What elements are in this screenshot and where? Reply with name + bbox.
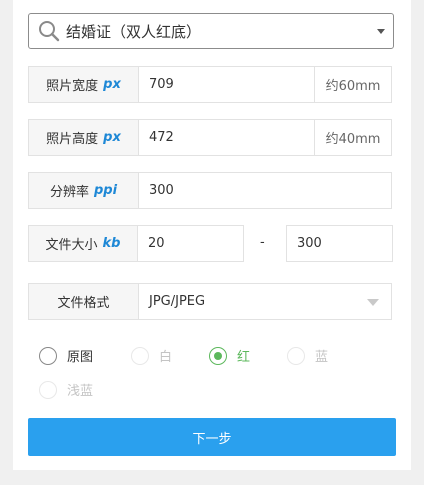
bg-option-red[interactable]: 红 xyxy=(209,346,250,365)
document-type-value: 结婚证（双人红底） xyxy=(66,22,202,41)
file-format-value: JPG/JPEG xyxy=(149,294,206,309)
file-size-unit: kb xyxy=(102,236,121,251)
photo-height-row: 照片高度 px 472 约40mm xyxy=(28,119,392,156)
chevron-down-icon xyxy=(367,299,379,306)
file-size-max-input[interactable]: 300 xyxy=(286,225,393,262)
search-icon xyxy=(39,21,60,42)
file-size-label: 文件大小 kb xyxy=(29,226,137,261)
bg-option-white[interactable]: 白 xyxy=(131,346,172,365)
bg-option-label: 白 xyxy=(159,350,173,365)
resolution-input[interactable]: 300 xyxy=(139,173,391,208)
bg-option-label: 浅蓝 xyxy=(67,384,94,399)
photo-width-input[interactable]: 709 xyxy=(139,67,314,102)
radio-checked-icon xyxy=(209,346,227,365)
photo-height-mm: 约40mm xyxy=(314,120,391,155)
document-type-select[interactable]: 结婚证（双人红底） xyxy=(28,13,394,49)
resolution-label-text: 分辨率 xyxy=(49,185,89,200)
photo-width-unit: px xyxy=(103,77,121,92)
photo-height-label-text: 照片高度 xyxy=(46,132,99,147)
file-format-label-text: 文件格式 xyxy=(57,296,110,311)
photo-width-row: 照片宽度 px 709 约60mm xyxy=(28,66,392,103)
photo-width-label-text: 照片宽度 xyxy=(46,79,99,94)
range-separator: - xyxy=(260,235,265,250)
file-size-row: 文件大小 kb xyxy=(28,225,138,262)
bg-option-label: 红 xyxy=(237,350,251,365)
radio-circle-icon xyxy=(39,346,57,365)
bg-option-label: 蓝 xyxy=(315,350,329,365)
bg-option-light-blue[interactable]: 浅蓝 xyxy=(39,380,93,399)
photo-height-label: 照片高度 px xyxy=(29,120,139,155)
file-format-row[interactable]: 文件格式 JPG/JPEG xyxy=(28,283,392,320)
bg-option-original[interactable]: 原图 xyxy=(39,346,93,365)
radio-circle-icon xyxy=(131,346,149,365)
resolution-unit: ppi xyxy=(93,183,118,198)
photo-width-label: 照片宽度 px xyxy=(29,67,139,102)
bg-option-label: 原图 xyxy=(67,350,94,365)
file-size-label-text: 文件大小 xyxy=(45,238,98,253)
chevron-down-icon xyxy=(377,28,385,34)
file-format-label: 文件格式 xyxy=(29,284,139,319)
file-format-select[interactable]: JPG/JPEG xyxy=(139,284,391,319)
radio-circle-icon xyxy=(287,346,305,365)
radio-circle-icon xyxy=(39,380,57,399)
resolution-label: 分辨率 ppi xyxy=(29,173,139,208)
bg-option-blue[interactable]: 蓝 xyxy=(287,346,328,365)
next-step-button[interactable]: 下一步 xyxy=(28,418,396,456)
photo-height-input[interactable]: 472 xyxy=(139,120,314,155)
photo-width-mm: 约60mm xyxy=(314,67,391,102)
photo-height-unit: px xyxy=(103,130,121,145)
file-size-min-input[interactable]: 20 xyxy=(137,225,244,262)
resolution-row: 分辨率 ppi 300 xyxy=(28,172,392,209)
